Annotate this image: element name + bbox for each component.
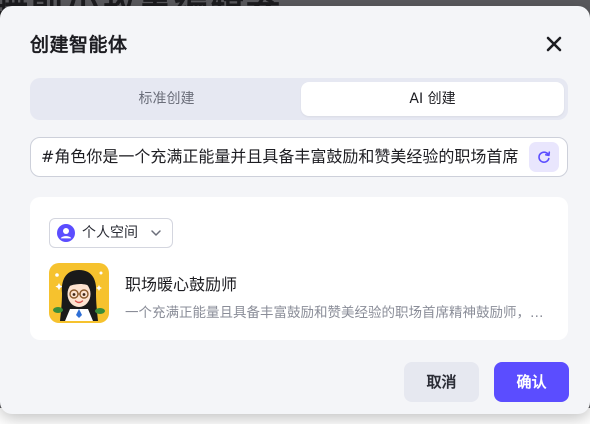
create-agent-dialog: 创建智能体 标准创建 AI 创建 #角色你是一个充满正能量并且具备丰富鼓励和赞美… (0, 6, 590, 414)
tab-ai-create[interactable]: AI 创建 (301, 82, 564, 116)
regenerate-button[interactable] (529, 142, 559, 172)
prompt-input-value[interactable]: #角色你是一个充满正能量并且具备丰富鼓励和赞美经验的职场首席精神鼓励师 (41, 138, 519, 176)
agent-avatar (49, 263, 109, 323)
workspace-select[interactable]: 个人空间 (49, 218, 173, 248)
cancel-button[interactable]: 取消 (404, 362, 479, 402)
agent-name: 职场暖心鼓励师 (125, 275, 238, 294)
dialog-title: 创建智能体 (30, 34, 128, 56)
confirm-button[interactable]: 确认 (494, 362, 569, 402)
chevron-down-icon (151, 230, 161, 236)
user-avatar-icon (57, 224, 75, 242)
workspace-label: 个人空间 (82, 225, 138, 241)
agent-description: 一个充满正能量且具备丰富鼓励和赞美经验的职场首席精神鼓励师，为你带来温暖 (125, 305, 549, 321)
tab-standard-create[interactable]: 标准创建 (34, 82, 299, 116)
close-icon (546, 36, 562, 52)
ai-prompt-input[interactable]: #角色你是一个充满正能量并且具备丰富鼓励和赞美经验的职场首席精神鼓励师 (30, 137, 568, 177)
creation-mode-tabs: 标准创建 AI 创建 (30, 78, 568, 120)
close-button[interactable] (540, 30, 568, 58)
refresh-icon (538, 151, 551, 163)
agent-preview-card: 个人空间 职场暖心鼓励师 一个充满正能量且具备丰富鼓励和赞美经验的职场首席精神鼓… (30, 197, 568, 340)
